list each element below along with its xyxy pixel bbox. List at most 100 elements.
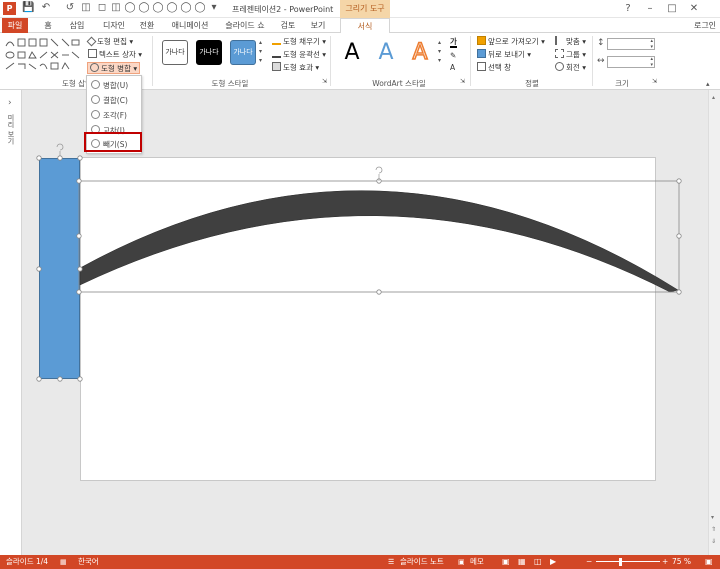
slide-counter: 슬라이드 1/4 [6,557,49,566]
powerpoint-app-icon[interactable]: P [3,2,16,15]
help-button[interactable]: ? [618,0,638,18]
comments-button[interactable]: 메모 [470,555,484,569]
text-outline-icon[interactable]: ✎ [450,50,456,62]
wordart-style-3[interactable]: A [406,38,434,68]
slide-sorter-icon[interactable]: ▦ [518,555,526,569]
quick-shape-icon-1[interactable]: ◫ [80,2,92,14]
menu-item-fragment[interactable]: 조각(F) [91,109,139,122]
title-bar: P 💾 ↶ ↺ ◫ ◻ ◫ ◯ ◯ ◯ ◯ ◯ ◯ ▾ 프레젠테이션2 - Po… [0,0,720,18]
text-effects-icon[interactable]: A [450,62,455,74]
spelling-icon[interactable]: ▦ [60,555,67,569]
tab-animations[interactable]: 애니메이션 [168,18,212,33]
close-button[interactable]: ✕ [684,0,704,18]
zoom-in-icon[interactable]: + [662,555,668,569]
shape-styles-group-label: 도형 스타일 [211,79,249,88]
tab-slideshow[interactable]: 슬라이드 쇼 [222,18,268,33]
tab-file[interactable]: 파일 [2,18,28,33]
rectangle-resize-handles [36,155,83,382]
dialog-launcher-icon[interactable]: ⇲ [322,78,327,85]
shape-outline-button[interactable]: 도형 윤곽선 ▾ [272,49,326,61]
align-icon [555,36,564,45]
expand-pane-icon[interactable]: › [8,98,12,108]
zoom-slider-thumb[interactable] [619,558,622,566]
merge-shapes-button[interactable]: 도형 병합 ▾ [87,62,141,74]
dialog-launcher-icon[interactable]: ⇲ [460,78,465,85]
rotate-icon [555,62,564,71]
scroll-up-icon[interactable]: ▴ [712,94,715,101]
edit-shape-button[interactable]: 도형 편집 ▾ [86,36,133,48]
style-gallery-scroll[interactable]: ▴ ▾ ▾ [259,38,266,68]
tab-insert[interactable]: 삽입 [66,18,88,33]
quick-shape-icon-2[interactable]: ◻ [96,2,108,14]
save-icon[interactable]: 💾 [22,2,34,14]
tab-home[interactable]: 홈 [40,18,56,33]
text-box-button[interactable]: 텍스트 상자 ▾ [88,49,142,61]
quick-shape-icon-8[interactable]: ◯ [180,2,192,14]
notes-button[interactable]: 슬라이드 노트 [400,555,444,569]
tab-review[interactable]: 검토 [278,18,298,33]
wordart-style-2[interactable]: A [372,38,400,68]
zoom-level[interactable]: 75 % [672,555,691,569]
rotate-button[interactable]: 회전 ▾ [555,62,586,74]
align-button[interactable]: 맞춤 ▾ [555,36,586,48]
send-backward-button[interactable]: 뒤로 보내기 ▾ [477,49,531,61]
text-fill-button[interactable]: 가 [450,36,457,48]
redo-icon[interactable]: ↺ [64,2,76,14]
notes-icon: ☰ [388,558,395,566]
wordart-gallery-scroll[interactable]: ▴ ▾ ▾ [438,38,445,68]
shape-style-preset-2[interactable]: 가나다 [196,40,222,65]
quick-shape-icon-9[interactable]: ◯ [194,2,206,14]
wordart-style-1[interactable]: A [338,38,366,68]
minimize-button[interactable]: – [640,0,660,18]
tab-format[interactable]: 서식 [340,18,390,34]
scroll-down-icon[interactable]: ▾ [711,514,714,521]
collapse-ribbon-icon[interactable]: ▴ [706,80,710,88]
shape-gallery[interactable] [4,37,80,73]
quick-shape-icon-5[interactable]: ◯ [138,2,150,14]
arrange-group-label: 정렬 [525,79,539,88]
menu-item-union[interactable]: 병합(U) [91,79,139,92]
vertical-scrollbar[interactable]: ▴ ▾ ⇑ ⇓ [708,90,720,555]
edit-shape-icon [86,36,97,47]
zoom-slider[interactable] [596,561,660,562]
thumbnails-pane-collapsed[interactable]: › 미리 보기 [0,90,22,555]
zoom-out-icon[interactable]: − [586,555,592,569]
menu-item-combine[interactable]: 결합(C) [91,94,139,107]
quick-shape-icon-4[interactable]: ◯ [124,2,136,14]
undo-icon[interactable]: ↶ [40,2,52,14]
fit-to-window-icon[interactable]: ▣ [705,555,713,569]
quick-shape-icon-3[interactable]: ◫ [110,2,122,14]
tab-view[interactable]: 보기 [308,18,328,33]
fragment-icon [91,110,100,119]
shape-height-icon: ↕ [597,38,605,48]
shape-effects-icon [272,62,281,71]
shape-height-input[interactable] [607,38,655,50]
quick-shape-icon-6[interactable]: ◯ [152,2,164,14]
shape-fill-button[interactable]: 도형 채우기 ▾ [272,36,326,48]
bring-forward-button[interactable]: 앞으로 가져오기 ▾ [477,36,545,48]
language-indicator[interactable]: 한국어 [78,555,99,569]
dialog-launcher-icon[interactable]: ⇲ [652,78,657,85]
insert-shapes-group-label: 도형 삽입 [62,79,88,88]
selection-pane-button[interactable]: 선택 창 [477,62,511,74]
slideshow-icon[interactable]: ▶ [550,555,556,569]
merge-shapes-icon [90,63,99,72]
group-button[interactable]: 그룹 ▾ [555,49,586,61]
quick-shape-icon-7[interactable]: ◯ [166,2,178,14]
shape-style-preset-1[interactable]: 가나다 [162,40,188,65]
previous-slide-icon[interactable]: ⇑ [711,526,716,533]
tab-design[interactable]: 디자인 [100,18,128,33]
shape-width-input[interactable] [607,56,655,68]
tab-transitions[interactable]: 전환 [136,18,158,33]
sign-in-link[interactable]: 로그인 [692,18,718,33]
reading-view-icon[interactable]: ◫ [534,555,542,569]
maximize-button[interactable]: □ [662,0,682,18]
customize-qat-icon[interactable]: ▾ [208,2,220,14]
subtract-highlight-box [84,132,142,152]
group-divider [592,36,593,86]
group-divider [152,36,153,86]
shape-style-preset-3[interactable]: 가나다 [230,40,256,65]
normal-view-icon[interactable]: ▣ [502,555,510,569]
shape-effects-button[interactable]: 도형 효과 ▾ [272,62,319,74]
next-slide-icon[interactable]: ⇓ [711,538,716,545]
